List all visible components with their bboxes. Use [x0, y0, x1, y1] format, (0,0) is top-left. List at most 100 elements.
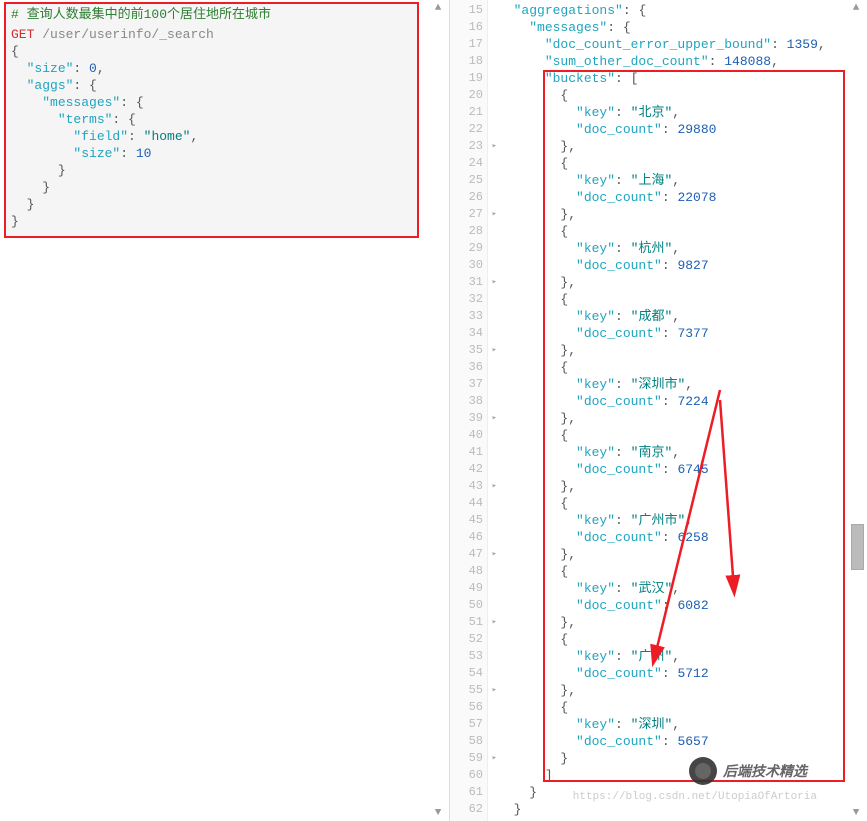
- code-line: "messages": {: [11, 94, 412, 111]
- gutter-line: 58: [450, 733, 487, 750]
- fold-icon[interactable]: ▸: [488, 346, 497, 355]
- gutter-line: 16: [450, 19, 487, 36]
- code-line: "doc_count": 6745: [498, 461, 826, 478]
- code-line: },: [498, 410, 826, 427]
- fold-icon[interactable]: ▸: [488, 550, 497, 559]
- code-line: },: [498, 274, 826, 291]
- fold-icon[interactable]: ▸: [488, 482, 497, 491]
- code-line: "doc_count_error_upper_bound": 1359,: [498, 36, 826, 53]
- code-line: "field": "home",: [11, 128, 412, 145]
- code-line: "key": "成都",: [498, 308, 826, 325]
- scroll-up-icon[interactable]: ▲: [431, 2, 445, 14]
- watermark-text: 后端技术精选: [723, 761, 807, 781]
- code-line: },: [498, 342, 826, 359]
- gutter-line: 40: [450, 427, 487, 444]
- fold-icon[interactable]: ▸: [488, 686, 497, 695]
- code-line: },: [498, 682, 826, 699]
- code-line: "doc_count": 29880: [498, 121, 826, 138]
- gutter-line: 28: [450, 223, 487, 240]
- scroll-down-icon[interactable]: ▼: [849, 807, 863, 819]
- fold-icon[interactable]: ▸: [488, 414, 497, 423]
- gutter-line: 33: [450, 308, 487, 325]
- gutter-line: 35▸: [450, 342, 487, 359]
- code-line: "doc_count": 5712: [498, 665, 826, 682]
- request-code[interactable]: GET /user/userinfo/_search { "size": 0, …: [6, 23, 417, 236]
- gutter-line: 57: [450, 716, 487, 733]
- gutter-line: 38: [450, 393, 487, 410]
- code-line: }: [11, 213, 412, 230]
- code-line: }: [11, 196, 412, 213]
- fold-icon[interactable]: ▸: [488, 278, 497, 287]
- request-panel: ▲ # 查询人数最集中的前100个居住地所在城市 GET /user/useri…: [0, 0, 450, 821]
- line-gutter: 151617181920212223▸24252627▸28293031▸323…: [450, 0, 488, 821]
- code-line: "size": 0,: [11, 60, 412, 77]
- code-line: {: [498, 631, 826, 648]
- code-line: "doc_count": 6258: [498, 529, 826, 546]
- watermark-url: https://blog.csdn.net/UtopiaOfArtoria: [573, 791, 817, 803]
- gutter-line: 24: [450, 155, 487, 172]
- kibana-console: ▲ # 查询人数最集中的前100个居住地所在城市 GET /user/useri…: [0, 0, 867, 821]
- code-line: "doc_count": 22078: [498, 189, 826, 206]
- code-line: },: [498, 614, 826, 631]
- fold-icon[interactable]: ▸: [488, 142, 497, 151]
- code-line: "key": "上海",: [498, 172, 826, 189]
- code-line: "doc_count": 9827: [498, 257, 826, 274]
- code-line: }: [498, 801, 826, 818]
- code-line: "key": "广州",: [498, 648, 826, 665]
- fold-icon[interactable]: ▸: [488, 210, 497, 219]
- gutter-line: 56: [450, 699, 487, 716]
- scroll-up-icon[interactable]: ▲: [849, 2, 863, 14]
- scrollbar-thumb[interactable]: [851, 524, 864, 570]
- gutter-line: 31▸: [450, 274, 487, 291]
- gutter-line: 60: [450, 767, 487, 784]
- code-line: "key": "深圳",: [498, 716, 826, 733]
- code-line: {: [11, 43, 412, 60]
- code-line: "doc_count": 6082: [498, 597, 826, 614]
- code-line: "key": "广州市",: [498, 512, 826, 529]
- code-line: },: [498, 206, 826, 223]
- gutter-line: 54: [450, 665, 487, 682]
- response-code[interactable]: "aggregations": { "messages": { "doc_cou…: [498, 2, 826, 818]
- code-line: }: [11, 162, 412, 179]
- code-line: "messages": {: [498, 19, 826, 36]
- code-line: {: [498, 563, 826, 580]
- gutter-line: 26: [450, 189, 487, 206]
- gutter-line: 53: [450, 648, 487, 665]
- gutter-line: 36: [450, 359, 487, 376]
- code-line: "doc_count": 7224: [498, 393, 826, 410]
- gutter-line: 51▸: [450, 614, 487, 631]
- gutter-line: 59▸: [450, 750, 487, 767]
- gutter-line: 27▸: [450, 206, 487, 223]
- gutter-line: 30: [450, 257, 487, 274]
- gutter-line: 34: [450, 325, 487, 342]
- gutter-line: 47▸: [450, 546, 487, 563]
- gutter-line: 48: [450, 563, 487, 580]
- gutter-line: 55▸: [450, 682, 487, 699]
- gutter-line: 32: [450, 291, 487, 308]
- gutter-line: 49: [450, 580, 487, 597]
- code-line: {: [498, 427, 826, 444]
- code-line: "key": "武汉",: [498, 580, 826, 597]
- scroll-down-icon[interactable]: ▼: [431, 807, 445, 819]
- code-line: {: [498, 359, 826, 376]
- gutter-line: 19: [450, 70, 487, 87]
- fold-icon[interactable]: ▸: [488, 754, 497, 763]
- gutter-line: 45: [450, 512, 487, 529]
- code-line: "sum_other_doc_count": 148088,: [498, 53, 826, 70]
- gutter-line: 20: [450, 87, 487, 104]
- fold-icon[interactable]: ▸: [488, 618, 497, 627]
- gutter-line: 39▸: [450, 410, 487, 427]
- code-line: "size": 10: [11, 145, 412, 162]
- request-path: /user/userinfo/_search: [42, 27, 214, 42]
- code-line: "key": "北京",: [498, 104, 826, 121]
- gutter-line: 44: [450, 495, 487, 512]
- watermark: 后端技术精选: [689, 757, 807, 785]
- gutter-line: 52: [450, 631, 487, 648]
- code-line: {: [498, 699, 826, 716]
- gutter-line: 46: [450, 529, 487, 546]
- gutter-line: 23▸: [450, 138, 487, 155]
- code-line: "doc_count": 7377: [498, 325, 826, 342]
- request-editor[interactable]: # 查询人数最集中的前100个居住地所在城市 GET /user/userinf…: [4, 2, 419, 238]
- gutter-line: 15: [450, 2, 487, 19]
- gutter-line: 18: [450, 53, 487, 70]
